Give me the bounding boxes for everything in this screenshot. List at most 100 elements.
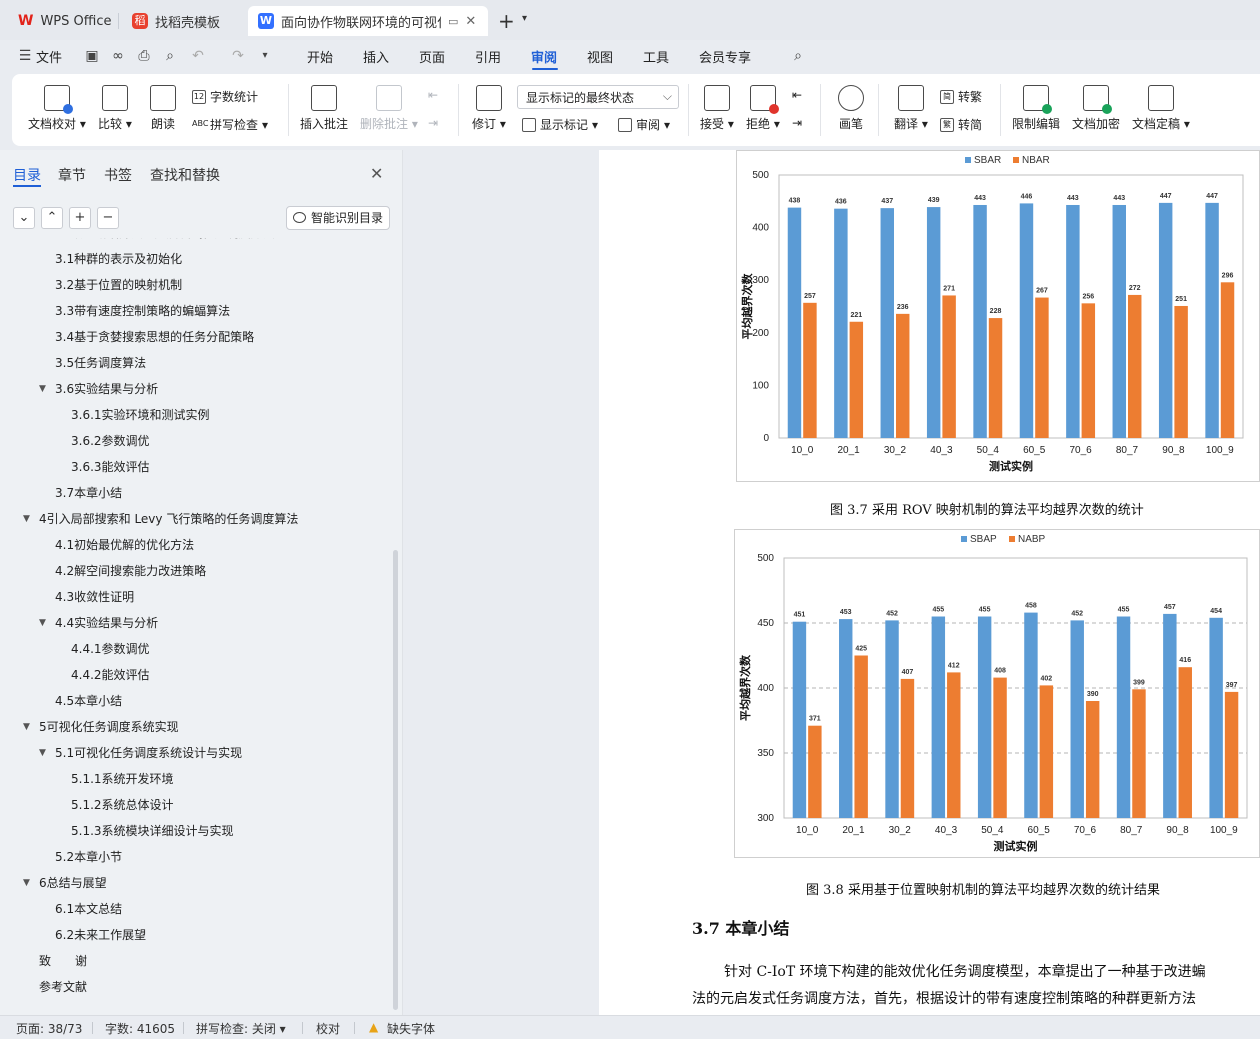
expand-caret-icon[interactable]: ▼ [23,716,35,738]
toc-item[interactable]: 参考文献 [39,976,87,998]
review-pane-button[interactable]: 审阅 ▾ [618,116,670,133]
toc-item[interactable]: 3.1种群的表示及初始化 [55,248,182,270]
toc-item[interactable]: 4.5本章小结 [55,690,122,712]
toc-item[interactable]: 4.4.2能效评估 [71,664,150,686]
page-indicator[interactable]: 页面: 38/73 [16,1020,82,1037]
toc-item[interactable]: 3.2基于位置的映射机制 [55,274,182,296]
spell-check-button[interactable]: ABC 拼写检查 ▾ [192,116,268,133]
panel-tab-bookmarks[interactable]: 书签 [104,165,132,185]
toc-item[interactable]: 4.3收敛性证明 [55,586,134,608]
to-traditional-button[interactable]: 简 转繁 [940,88,982,105]
toc-item[interactable]: 5.1.2系统总体设计 [71,794,174,816]
quick-access-chevron-icon[interactable]: ▾ [257,48,273,64]
expand-caret-icon[interactable]: ▼ [23,238,35,244]
toc-item[interactable]: 3.3带有速度控制策略的蝙蝠算法 [55,300,230,322]
toc-item[interactable]: ▼ 3.6实验结果与分析 [39,378,158,400]
to-simplified-button[interactable]: 繁 转简 [940,116,982,133]
tab-document[interactable]: W 面向协作物联网环境的可视化 ▭ ✕ [248,6,488,36]
proofread-button[interactable]: 文档校对 ▾ [28,85,86,132]
expand-caret-icon[interactable]: ▼ [23,508,35,530]
menu-page[interactable]: 页面 [419,47,445,66]
share-link-icon[interactable]: ∞ [110,48,126,64]
menu-review[interactable]: 审阅 [531,47,557,66]
toc-item[interactable]: 3.6.1实验环境和测试实例 [71,404,210,426]
collapse-up-icon[interactable]: ⌃ [41,207,63,229]
toc-item[interactable]: 3.6.3能效评估 [71,456,150,478]
toc-item[interactable]: 5.1.1系统开发环境 [71,768,174,790]
toc-item[interactable]: 3.4基于贪婪搜索思想的任务分配策略 [55,326,254,348]
expand-caret-icon[interactable]: ▼ [39,378,51,400]
toc-item[interactable]: 4.2解空间搜索能力改进策略 [55,560,206,582]
tab-daoke-templates[interactable]: 稻 找稻壳模板 [122,6,242,36]
toc-item[interactable]: 3.7本章小结 [55,482,122,504]
menu-file[interactable]: 文件 [36,47,62,66]
panel-tab-chapters[interactable]: 章节 [58,165,86,185]
toc-item[interactable]: 4.4.1参数调优 [71,638,150,660]
restrict-edit-button[interactable]: 限制编辑 [1012,85,1060,132]
print-preview-icon[interactable]: ⌕ [162,48,178,64]
toc-item[interactable]: ▼ 5可视化任务调度系统实现 [23,716,179,738]
compare-button[interactable]: 比较 ▾ [98,85,132,132]
toc-item[interactable]: ▼ 4引入局部搜索和 Levy 飞行策略的任务调度算法 [23,508,298,530]
hamburger-menu-icon[interactable]: ☰ [17,48,33,64]
new-tab-plus-icon[interactable]: + [498,9,515,33]
toc-item[interactable]: 3.6.2参数调优 [71,430,150,452]
read-aloud-button[interactable]: 朗读 [150,85,176,132]
missing-font-status[interactable]: 缺失字体 [387,1020,435,1037]
expand-caret-icon[interactable]: ▼ [23,872,35,894]
insert-comment-button[interactable]: 插入批注 [300,85,348,132]
toc-item[interactable]: 5.2本章小节 [55,846,122,868]
toc-item[interactable]: 4.1初始最优解的优化方法 [55,534,194,556]
remove-heading-icon[interactable]: − [97,207,119,229]
previous-change-icon[interactable]: ⇤ [792,88,802,102]
reject-button[interactable]: 拒绝 ▾ [746,85,780,132]
toc-item[interactable]: 6.1本文总结 [55,898,122,920]
pen-button[interactable]: 画笔 [838,85,864,132]
menu-tools[interactable]: 工具 [643,47,669,66]
toc-item[interactable]: ▼3基于改进蝙蝠算法的元启发式任务调度方法 [39,238,275,244]
menu-view[interactable]: 视图 [587,47,613,66]
smart-toc-button[interactable]: 智能识别目录 [286,206,390,230]
translate-button[interactable]: 翻译 ▾ [894,85,928,132]
expand-down-icon[interactable]: ⌄ [13,207,35,229]
revise-button[interactable]: 修订 ▾ [472,85,506,132]
save-icon[interactable]: ▣ [84,48,100,64]
expand-caret-icon[interactable]: ▼ [39,612,51,634]
toc-item[interactable]: 5.1.3系统模块详细设计与实现 [71,820,234,842]
search-icon[interactable]: ⌕ [790,48,806,64]
menu-membership[interactable]: 会员专享 [699,47,751,66]
next-comment-icon[interactable]: ⇥ [428,116,438,130]
proofread-status[interactable]: 校对 [316,1020,340,1037]
accept-button[interactable]: 接受 ▾ [700,85,734,132]
toc-scrollbar[interactable] [393,550,398,1010]
menu-home[interactable]: 开始 [307,47,333,66]
previous-comment-icon[interactable]: ⇤ [428,88,438,102]
tab-wps-office[interactable]: W WPS Office [8,6,114,36]
delete-comment-button[interactable]: 删除批注 ▾ [360,85,418,132]
toc-item[interactable]: 3.5任务调度算法 [55,352,146,374]
toc-item[interactable]: ▼ 5.1可视化任务调度系统设计与实现 [39,742,242,764]
toc-item[interactable]: 致 谢 [39,950,87,972]
panel-tab-find-replace[interactable]: 查找和替换 [150,165,220,185]
markup-state-select[interactable]: 显示标记的最终状态 ⌵ [517,85,679,109]
toc-item[interactable]: ▼ 6总结与展望 [23,872,107,894]
spell-check-status[interactable]: 拼写检查: 关闭 ▾ [196,1020,286,1037]
expand-caret-icon[interactable]: ▼ [39,742,51,764]
toc-item[interactable]: 6.2未来工作展望 [55,924,146,946]
monitor-icon[interactable]: ▭ [448,15,458,28]
close-panel-icon[interactable]: ✕ [370,164,383,183]
encrypt-button[interactable]: 文档加密 [1072,85,1120,132]
word-count-button[interactable]: 12 字数统计 [192,88,258,105]
tab-list-chevron-icon[interactable]: ▾ [522,13,527,24]
panel-tab-toc[interactable]: 目录 [13,165,41,185]
toc-item[interactable]: ▼ 4.4实验结果与分析 [39,612,158,634]
close-tab-icon[interactable]: ✕ [465,14,476,29]
show-markup-button[interactable]: 显示标记 ▾ [522,116,598,133]
menu-references[interactable]: 引用 [475,47,501,66]
next-change-icon[interactable]: ⇥ [792,116,802,130]
menu-insert[interactable]: 插入 [363,47,389,66]
add-heading-icon[interactable]: + [69,207,91,229]
redo-icon[interactable]: ↷ [230,48,246,64]
undo-icon[interactable]: ↶ [190,48,206,64]
print-icon[interactable]: ⎙ [136,48,152,64]
